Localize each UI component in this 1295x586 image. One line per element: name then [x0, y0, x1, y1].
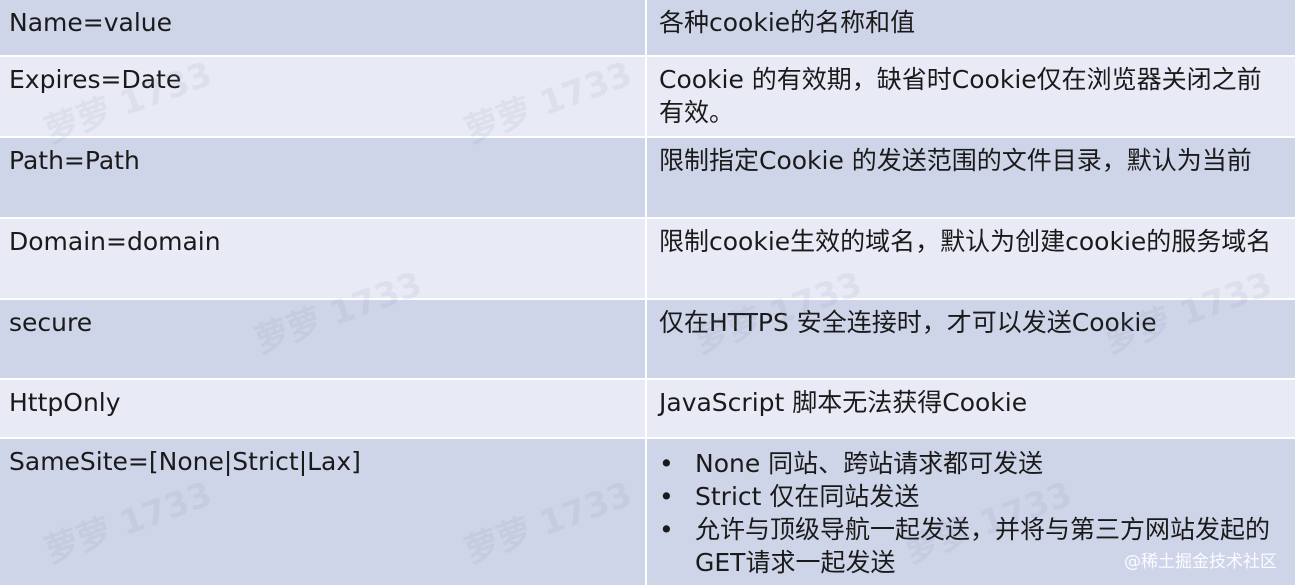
description-cell: 仅在HTTPS 安全连接时，才可以发送Cookie: [646, 299, 1295, 380]
bullet-icon: •: [659, 515, 674, 544]
description-cell: Cookie 的有效期，缺省时Cookie仅在浏览器关闭之前有效。: [646, 56, 1295, 138]
table-row: HttpOnly JavaScript 脚本无法获得Cookie: [0, 379, 1295, 439]
list-item-text: None 同站、跨站请求都可发送: [695, 449, 1044, 478]
table-row: Path=Path 限制指定Cookie 的发送范围的文件目录，默认为当前: [0, 137, 1295, 219]
slide-page: Name=value 各种cookie的名称和值 Expires=Date Co…: [0, 0, 1295, 586]
table-row: Expires=Date Cookie 的有效期，缺省时Cookie仅在浏览器关…: [0, 56, 1295, 138]
table-row: secure 仅在HTTPS 安全连接时，才可以发送Cookie: [0, 299, 1295, 380]
description-cell: JavaScript 脚本无法获得Cookie: [646, 379, 1295, 439]
table-row: Domain=domain 限制cookie生效的域名，默认为创建cookie的…: [0, 218, 1295, 300]
attribute-description: 限制指定Cookie 的发送范围的文件目录，默认为当前: [659, 146, 1252, 175]
attribute-cell: HttpOnly: [0, 379, 647, 439]
attribute-cell: Name=value: [0, 0, 647, 57]
attribute-description: 各种cookie的名称和值: [659, 8, 916, 37]
attribute-key: Path=Path: [9, 146, 140, 175]
table-row: SameSite=[None|Strict|Lax] • None 同站、跨站请…: [0, 438, 1295, 586]
attribute-key: Expires=Date: [9, 65, 182, 94]
description-cell: 限制cookie生效的域名，默认为创建cookie的服务域名: [646, 218, 1295, 300]
list-item: • None 同站、跨站请求都可发送: [659, 447, 1285, 480]
attribute-key: Domain=domain: [9, 227, 221, 256]
list-item: • Strict 仅在同站发送: [659, 480, 1285, 513]
attribute-cell: Domain=domain: [0, 218, 647, 300]
table-row: Name=value 各种cookie的名称和值: [0, 0, 1295, 57]
attribute-key: Name=value: [9, 8, 172, 37]
attribute-description: 限制cookie生效的域名，默认为创建cookie的服务域名: [659, 227, 1272, 256]
source-credit: @稀土掘金技术社区: [1124, 552, 1277, 572]
attribute-description: JavaScript 脚本无法获得Cookie: [659, 388, 1028, 417]
attribute-description: 仅在HTTPS 安全连接时，才可以发送Cookie: [659, 308, 1157, 337]
attribute-key: secure: [9, 308, 93, 337]
description-cell: 各种cookie的名称和值: [646, 0, 1295, 57]
attribute-cell: secure: [0, 299, 647, 380]
cookie-attributes-table: Name=value 各种cookie的名称和值 Expires=Date Co…: [0, 0, 1295, 586]
list-item-text: Strict 仅在同站发送: [695, 482, 920, 511]
attribute-cell: SameSite=[None|Strict|Lax]: [0, 438, 647, 586]
bullet-icon: •: [659, 449, 674, 478]
attribute-cell: Expires=Date: [0, 56, 647, 138]
attribute-key: HttpOnly: [9, 388, 121, 417]
attribute-cell: Path=Path: [0, 137, 647, 219]
attribute-key: SameSite=[None|Strict|Lax]: [9, 447, 361, 476]
description-cell: 限制指定Cookie 的发送范围的文件目录，默认为当前: [646, 137, 1295, 219]
attribute-description: Cookie 的有效期，缺省时Cookie仅在浏览器关闭之前有效。: [659, 65, 1262, 127]
bullet-icon: •: [659, 482, 674, 511]
